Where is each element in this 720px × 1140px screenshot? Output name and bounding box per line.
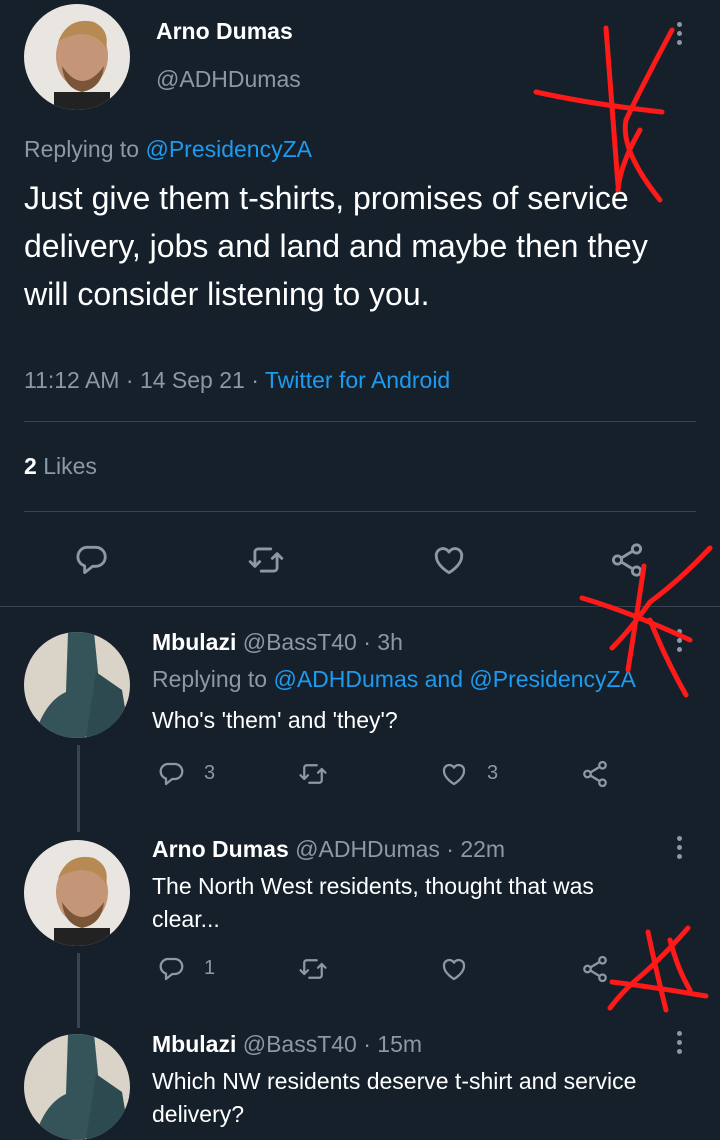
replying-to-prefix: Replying to xyxy=(24,136,140,162)
share-icon[interactable] xyxy=(578,759,612,789)
replying-to-prefix: Replying to xyxy=(152,666,268,692)
avatar-arno-dumas[interactable] xyxy=(24,4,130,110)
retweet-icon[interactable] xyxy=(296,954,330,984)
like-icon[interactable] xyxy=(438,759,470,789)
divider xyxy=(0,606,720,607)
reply-text: The North West residents, thought that w… xyxy=(152,870,594,936)
author-name[interactable]: Arno Dumas xyxy=(152,836,289,862)
likes-stat[interactable]: 2 Likes xyxy=(24,453,97,480)
author-handle[interactable]: @BassT40 xyxy=(243,629,357,655)
likes-label: Likes xyxy=(43,453,97,479)
more-options-icon[interactable] xyxy=(677,22,683,49)
share-icon[interactable] xyxy=(607,541,647,579)
reply-text: Who's 'them' and 'they'? xyxy=(152,707,398,733)
divider xyxy=(24,421,696,422)
reply-text-line: delivery? xyxy=(152,1101,245,1127)
author-name[interactable]: Mbulazi xyxy=(152,1031,236,1057)
replying-to: Replying to @PresidencyZA xyxy=(24,136,312,163)
separator: · xyxy=(125,367,134,393)
more-options-icon[interactable] xyxy=(677,836,683,863)
reply-text-line: The North West residents, thought that w… xyxy=(152,873,594,899)
replying-to: Replying to @ADHDumas and @PresidencyZA xyxy=(152,666,636,693)
reply-text-line: Which NW residents deserve t-shirt and s… xyxy=(152,1068,637,1094)
reply-icon[interactable] xyxy=(155,759,187,789)
reply-header: Mbulazi @BassT40 · 3h xyxy=(152,629,403,656)
author-name[interactable]: Mbulazi xyxy=(152,629,236,655)
like-icon[interactable] xyxy=(430,541,468,579)
reply-count: 3 xyxy=(204,762,216,784)
separator: · xyxy=(251,367,259,393)
tweet-time: 11:12 AM xyxy=(24,367,120,393)
tweet-text: Just give them t-shirts, promises of ser… xyxy=(24,180,648,312)
author-name[interactable]: Arno Dumas xyxy=(156,18,293,45)
avatar-arno-dumas[interactable] xyxy=(24,840,130,946)
tweet-source[interactable]: Twitter for Android xyxy=(265,367,450,393)
thread-line xyxy=(77,953,80,1028)
reply-icon[interactable] xyxy=(155,954,187,984)
reply-count: 1 xyxy=(204,957,216,979)
likes-count: 2 xyxy=(24,453,37,479)
more-options-icon[interactable] xyxy=(677,629,683,656)
tweet-date: 14 Sep 21 xyxy=(139,367,245,393)
share-icon[interactable] xyxy=(578,954,612,984)
retweet-icon[interactable] xyxy=(296,759,330,789)
reply-text: Which NW residents deserve t-shirt and s… xyxy=(152,1065,636,1131)
time-ago: · 3h xyxy=(363,629,403,655)
tweet-meta: 11:12 AM · 14 Sep 21 · Twitter for Andro… xyxy=(24,367,450,394)
divider xyxy=(24,511,696,512)
author-handle[interactable]: @ADHDumas xyxy=(295,836,440,862)
avatar-mbulazi[interactable] xyxy=(24,1034,130,1140)
time-ago: · 15m xyxy=(363,1031,423,1057)
retweet-icon[interactable] xyxy=(246,541,286,579)
like-icon[interactable] xyxy=(438,954,470,984)
replying-to-link[interactable]: @PresidencyZA xyxy=(145,136,312,162)
replying-to-link[interactable]: @ADHDumas and @PresidencyZA xyxy=(273,666,635,692)
reply-header: Arno Dumas @ADHDumas · 22m xyxy=(152,836,505,863)
thread-line xyxy=(77,745,80,832)
more-options-icon[interactable] xyxy=(677,1031,683,1058)
author-handle[interactable]: @BassT40 xyxy=(243,1031,357,1057)
time-ago: · 22m xyxy=(446,836,506,862)
author-handle[interactable]: @ADHDumas xyxy=(156,66,301,93)
reply-icon[interactable] xyxy=(72,541,110,579)
reply-header: Mbulazi @BassT40 · 15m xyxy=(152,1031,422,1058)
reply-text-line: clear... xyxy=(152,906,220,932)
avatar-mbulazi[interactable] xyxy=(24,632,130,738)
like-count: 3 xyxy=(487,762,499,784)
